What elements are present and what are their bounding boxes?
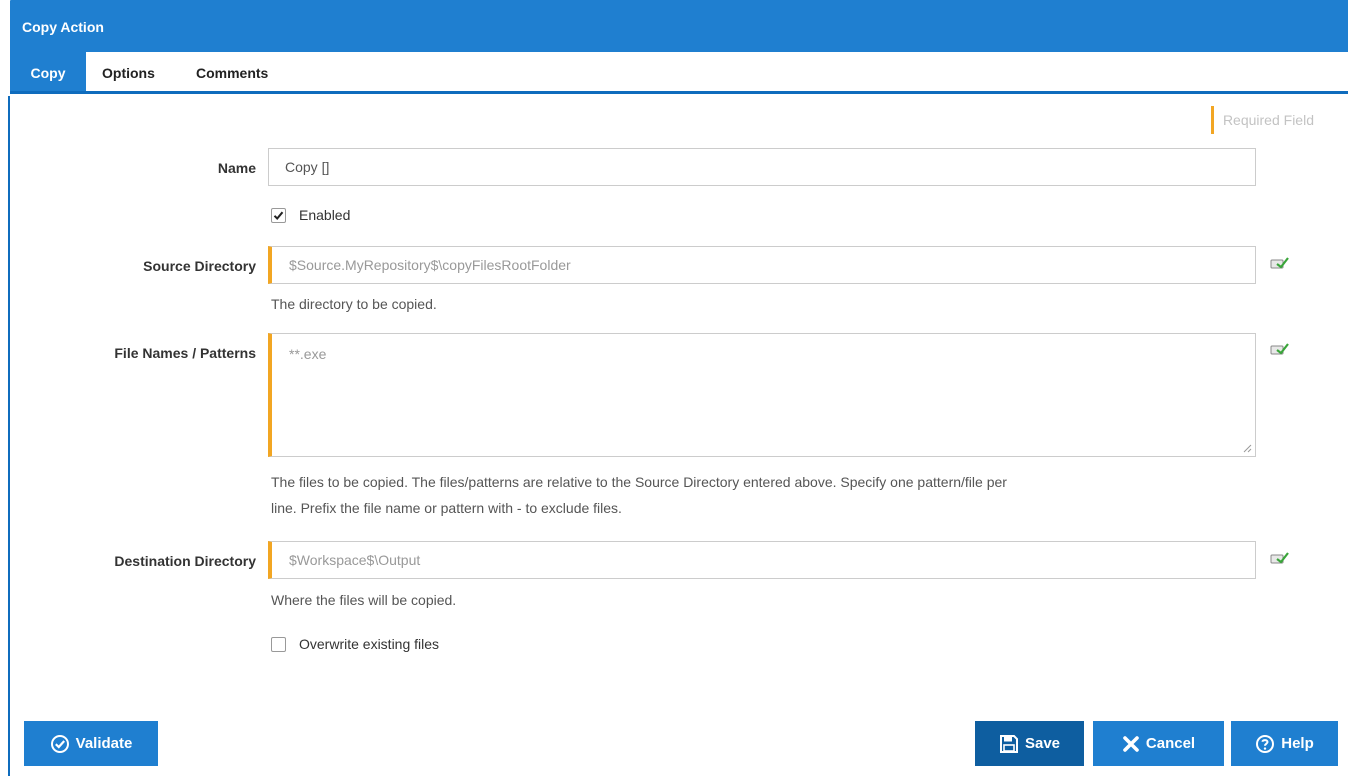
close-icon — [1123, 735, 1139, 752]
enabled-label: Enabled — [299, 207, 351, 223]
file-patterns-help-line2: line. Prefix the file name or pattern wi… — [271, 500, 622, 516]
name-input[interactable]: Copy [] — [268, 148, 1256, 186]
copy-action-dialog: Copy Action Copy Options Comments Requir… — [0, 0, 1348, 776]
tab-options[interactable]: Options — [102, 52, 155, 91]
checkmark-icon — [273, 211, 284, 220]
file-patterns-label: File Names / Patterns — [114, 345, 256, 361]
dialog-title: Copy Action — [22, 19, 104, 35]
enabled-checkbox[interactable] — [271, 208, 286, 223]
insert-variable-icon[interactable] — [1270, 551, 1290, 565]
insert-variable-icon[interactable] — [1270, 256, 1290, 270]
help-button[interactable]: Help — [1231, 721, 1338, 766]
source-directory-input[interactable]: $Source.MyRepository$\copyFilesRootFolde… — [268, 246, 1256, 284]
resize-grip-icon[interactable] — [1243, 444, 1252, 453]
overwrite-label: Overwrite existing files — [299, 636, 440, 652]
name-label: Name — [217, 160, 256, 176]
required-field-legend: Required Field — [1210, 106, 1314, 134]
file-patterns-value: **.exe — [289, 346, 327, 362]
tab-copy[interactable]: Copy — [10, 52, 86, 91]
file-patterns-textarea[interactable]: **.exe — [268, 333, 1256, 457]
source-directory-help: The directory to be copied. — [271, 296, 437, 312]
destination-directory-input[interactable]: $Workspace$\Output — [268, 541, 1256, 579]
save-label: Save — [1024, 735, 1061, 752]
validate-button[interactable]: Validate — [24, 721, 158, 766]
validate-label: Validate — [75, 735, 133, 752]
help-label: Help — [1281, 735, 1314, 752]
check-circle-icon — [50, 734, 69, 753]
file-patterns-help-line1: The files to be copied. The files/patter… — [271, 474, 1007, 490]
tab-bar: Copy Options Comments — [10, 52, 1348, 94]
question-circle-icon — [1256, 734, 1275, 753]
save-button[interactable]: Save — [975, 721, 1084, 766]
cancel-label: Cancel — [1145, 735, 1196, 752]
floppy-disk-icon — [999, 734, 1018, 753]
cancel-button[interactable]: Cancel — [1093, 721, 1224, 766]
insert-variable-icon[interactable] — [1270, 342, 1290, 356]
source-directory-label: Source Directory — [143, 258, 256, 274]
destination-directory-help: Where the files will be copied. — [271, 592, 457, 608]
destination-directory-label: Destination Directory — [114, 553, 256, 569]
tab-comments[interactable]: Comments — [196, 52, 268, 91]
title-bar: Copy Action — [10, 0, 1348, 52]
overwrite-checkbox[interactable] — [271, 637, 286, 652]
left-border — [8, 96, 10, 776]
